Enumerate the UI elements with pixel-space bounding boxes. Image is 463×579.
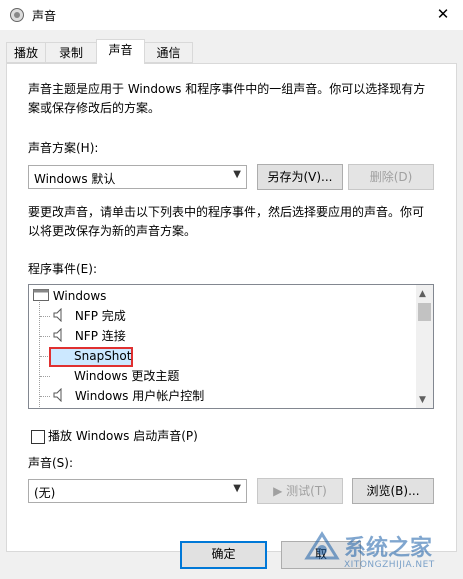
event-label: Windows 更改主题	[74, 369, 180, 383]
scroll-up-icon[interactable]: ▲	[419, 289, 426, 299]
scheme-label: 声音方案(H):	[28, 141, 99, 155]
event-label: SnapShot	[74, 349, 132, 363]
sound-select[interactable]: (无) ▼	[28, 479, 247, 503]
scheme-value: Windows 默认	[34, 172, 116, 186]
tab-playback[interactable]: 播放	[6, 42, 46, 63]
tree-root-label: Windows	[52, 289, 107, 303]
intro-text-line1: 声音主题是应用于 Windows 和程序事件中的一组声音。你可以选择现有方	[28, 82, 426, 96]
list-item[interactable]: Windows 更改主题	[74, 366, 179, 386]
close-button[interactable]: ✕	[430, 2, 456, 26]
window-icon	[33, 289, 49, 301]
sound-label: 声音(S):	[28, 456, 74, 470]
tree-root[interactable]: Windows	[33, 286, 106, 306]
save-as-button[interactable]: 另存为(V)...	[257, 164, 343, 190]
tab-recording[interactable]: 录制	[45, 42, 97, 63]
chevron-down-icon: ▼	[233, 483, 241, 494]
tab-communications[interactable]: 通信	[144, 42, 193, 63]
events-tree[interactable]: Windows NFP 完成 NFP 连接 SnapShot Windows 更…	[28, 284, 434, 409]
event-label: NFP 完成	[74, 309, 126, 323]
sound-value: (无)	[34, 486, 56, 500]
list-item[interactable]: NFP 完成	[53, 306, 126, 326]
test-button[interactable]: ▶ 测试(T)	[257, 478, 343, 504]
scheme-select[interactable]: Windows 默认 ▼	[28, 165, 247, 189]
speaker-icon	[53, 327, 62, 343]
title-bar: 声音 ✕	[0, 0, 463, 30]
events-label: 程序事件(E):	[28, 262, 97, 276]
scroll-down-icon[interactable]: ▼	[419, 395, 426, 405]
list-item[interactable]: SnapShot	[74, 346, 131, 366]
event-label: NFP 连接	[74, 329, 126, 343]
ok-button[interactable]: 确定	[180, 541, 267, 569]
chevron-down-icon: ▼	[233, 169, 241, 180]
startup-sound-checkbox[interactable]	[31, 430, 45, 444]
speaker-icon	[10, 8, 24, 22]
scroll-thumb[interactable]	[418, 303, 431, 321]
watermark-logo: 系统之家 XITONGZHIJIA.NET	[300, 524, 460, 576]
watermark-url: XITONGZHIJIA.NET	[344, 560, 435, 570]
event-label: Windows 用户帐户控制	[74, 389, 205, 403]
browse-button[interactable]: 浏览(B)...	[352, 478, 434, 504]
startup-sound-label: 播放 Windows 启动声音(P)	[48, 429, 198, 443]
intro-text-line2: 案或保存修改后的方案。	[28, 101, 161, 115]
delete-button[interactable]: 删除(D)	[348, 164, 434, 190]
list-item[interactable]: NFP 连接	[53, 326, 126, 346]
speaker-icon	[53, 307, 62, 323]
window-title: 声音	[32, 9, 57, 23]
change-text-line2: 以将更改保存为新的声音方案。	[28, 224, 197, 238]
watermark-text: 系统之家	[344, 536, 433, 561]
change-text-line1: 要更改声音，请单击以下列表中的程序事件，然后选择要应用的声音。你可	[28, 205, 425, 219]
speaker-icon	[53, 387, 62, 403]
scrollbar[interactable]: ▲ ▼	[416, 285, 433, 408]
list-item[interactable]: Windows 用户帐户控制	[53, 386, 204, 406]
tab-sounds[interactable]: 声音	[96, 39, 145, 64]
watermark-icon	[304, 531, 340, 560]
